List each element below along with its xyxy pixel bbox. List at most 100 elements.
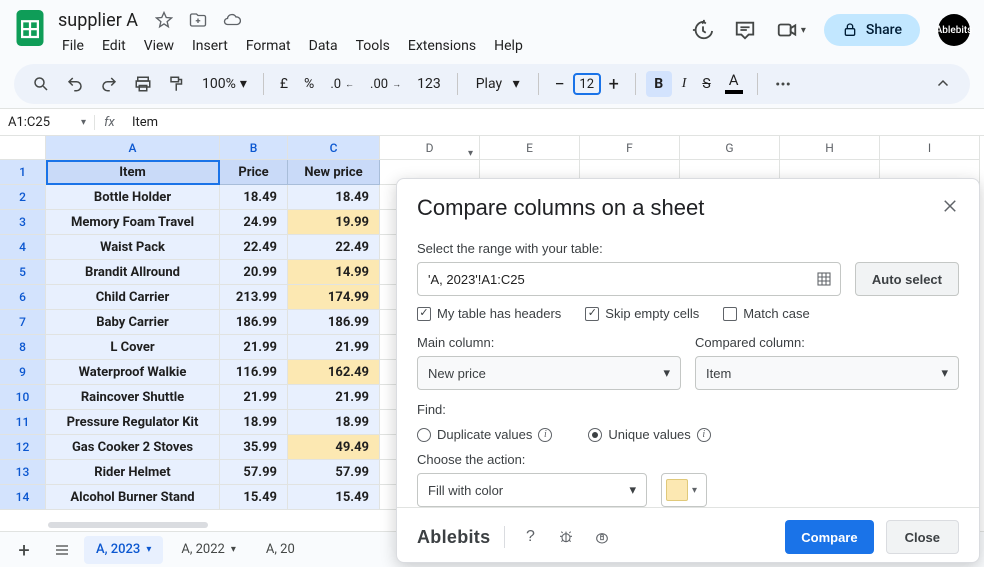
row-header[interactable]: 3 (0, 210, 46, 235)
row-header[interactable]: 7 (0, 310, 46, 335)
add-sheet-button[interactable]: + (8, 536, 40, 564)
undo-icon[interactable] (60, 71, 90, 97)
menu-help[interactable]: Help (486, 34, 531, 58)
paint-format-icon[interactable] (162, 71, 192, 97)
close-icon[interactable] (941, 197, 959, 220)
move-icon[interactable] (186, 8, 210, 32)
cell-price[interactable]: 22.49 (220, 235, 288, 260)
cell-price[interactable]: 24.99 (220, 210, 288, 235)
cell-price[interactable]: 20.99 (220, 260, 288, 285)
column-header[interactable]: F (580, 136, 680, 160)
select-all-corner[interactable] (0, 136, 46, 160)
currency-button[interactable]: £ (274, 72, 294, 96)
row-header[interactable]: 4 (0, 235, 46, 260)
cell-newprice[interactable]: 18.99 (288, 410, 380, 435)
menu-tools[interactable]: Tools (348, 34, 398, 58)
cell-price[interactable]: 18.49 (220, 185, 288, 210)
font-size-decrease[interactable]: − (549, 74, 571, 95)
auto-select-button[interactable]: Auto select (855, 262, 959, 296)
formula-value[interactable]: Item (124, 115, 166, 130)
cell-item[interactable]: Memory Foam Travel (46, 210, 220, 235)
cell-item[interactable]: Brandit Allround (46, 260, 220, 285)
comment-icon[interactable] (733, 18, 757, 42)
column-header[interactable]: B (220, 136, 288, 160)
column-header[interactable]: I (880, 136, 980, 160)
cell-newprice[interactable]: 14.99 (288, 260, 380, 285)
increase-decimal-icon[interactable]: .00→ (364, 73, 407, 96)
menu-edit[interactable]: Edit (94, 34, 134, 58)
check-has-headers[interactable]: My table has headers (417, 306, 561, 321)
header-cell-price[interactable]: Price (220, 160, 288, 185)
column-header[interactable]: E (480, 136, 580, 160)
cell-newprice[interactable]: 21.99 (288, 335, 380, 360)
cell-newprice[interactable]: 19.99 (288, 210, 380, 235)
info-icon[interactable]: i (538, 428, 552, 442)
sheets-logo-icon[interactable] (14, 8, 46, 48)
row-header[interactable]: 14 (0, 485, 46, 510)
menu-data[interactable]: Data (301, 34, 346, 58)
main-column-select[interactable]: New price▾ (417, 356, 681, 390)
zoom-select[interactable]: 100%▾ (196, 72, 253, 96)
print-icon[interactable] (128, 71, 158, 97)
cell-price[interactable]: 15.49 (220, 485, 288, 510)
radio-duplicate[interactable]: Duplicate valuesi (417, 427, 552, 442)
bold-button[interactable]: B (646, 71, 672, 97)
row-header[interactable]: 1 (0, 160, 46, 185)
menu-extensions[interactable]: Extensions (400, 34, 484, 58)
sheet-tab[interactable]: A, 20 (254, 536, 307, 564)
column-header[interactable]: A (46, 136, 220, 160)
row-header[interactable]: 11 (0, 410, 46, 435)
font-size-increase[interactable]: + (603, 74, 625, 95)
menu-insert[interactable]: Insert (184, 34, 236, 58)
font-size-input[interactable]: 12 (573, 73, 601, 95)
header-cell-newprice[interactable]: New price (288, 160, 380, 185)
decrease-decimal-icon[interactable]: .0← (324, 73, 360, 96)
cell-newprice[interactable]: 57.99 (288, 460, 380, 485)
compared-column-select[interactable]: Item▾ (695, 356, 959, 390)
help-icon[interactable]: ? (519, 526, 541, 548)
row-header[interactable]: 2 (0, 185, 46, 210)
cell-price[interactable]: 21.99 (220, 335, 288, 360)
menu-file[interactable]: File (54, 34, 92, 58)
close-button[interactable]: Close (886, 520, 959, 554)
header-cell-item[interactable]: Item (46, 160, 220, 185)
cell-price[interactable]: 116.99 (220, 360, 288, 385)
cell-newprice[interactable]: 21.99 (288, 385, 380, 410)
account-avatar[interactable]: Ablebits (938, 14, 970, 46)
bug-icon[interactable] (555, 526, 577, 548)
column-header[interactable]: D▾ (380, 136, 480, 160)
row-header[interactable]: 8 (0, 335, 46, 360)
action-select[interactable]: Fill with color▾ (417, 473, 647, 507)
collapse-toolbar-icon[interactable] (928, 71, 958, 97)
font-select[interactable]: Play▾ (468, 72, 528, 96)
italic-button[interactable]: I (676, 72, 693, 96)
star-icon[interactable] (152, 8, 176, 32)
cell-price[interactable]: 213.99 (220, 285, 288, 310)
row-header[interactable]: 13 (0, 460, 46, 485)
redo-icon[interactable] (94, 71, 124, 97)
document-title[interactable]: supplier A (54, 10, 142, 31)
cell-item[interactable]: Gas Cooker 2 Stoves (46, 435, 220, 460)
cell-price[interactable]: 21.99 (220, 385, 288, 410)
name-box[interactable]: A1:C25 ▾ (0, 115, 94, 130)
cell-price[interactable]: 57.99 (220, 460, 288, 485)
cell-item[interactable]: Alcohol Burner Stand (46, 485, 220, 510)
cell-price[interactable]: 35.99 (220, 435, 288, 460)
cell-newprice[interactable]: 22.49 (288, 235, 380, 260)
radio-unique[interactable]: Unique valuesi (588, 427, 710, 442)
row-header[interactable]: 9 (0, 360, 46, 385)
cell-item[interactable]: Child Carrier (46, 285, 220, 310)
cell-item[interactable]: Waterproof Walkie (46, 360, 220, 385)
row-header[interactable]: 10 (0, 385, 46, 410)
search-icon[interactable] (26, 71, 56, 97)
text-color-button[interactable]: A (721, 71, 747, 97)
column-header[interactable]: G (680, 136, 780, 160)
cell-item[interactable]: Waist Pack (46, 235, 220, 260)
meet-dropdown-icon[interactable]: ▾ (801, 25, 806, 36)
cell-item[interactable]: Baby Carrier (46, 310, 220, 335)
cell-newprice[interactable]: 15.49 (288, 485, 380, 510)
menu-format[interactable]: Format (238, 34, 299, 58)
more-toolbar-icon[interactable] (768, 71, 798, 97)
cell-price[interactable]: 186.99 (220, 310, 288, 335)
cell-item[interactable]: L Cover (46, 335, 220, 360)
